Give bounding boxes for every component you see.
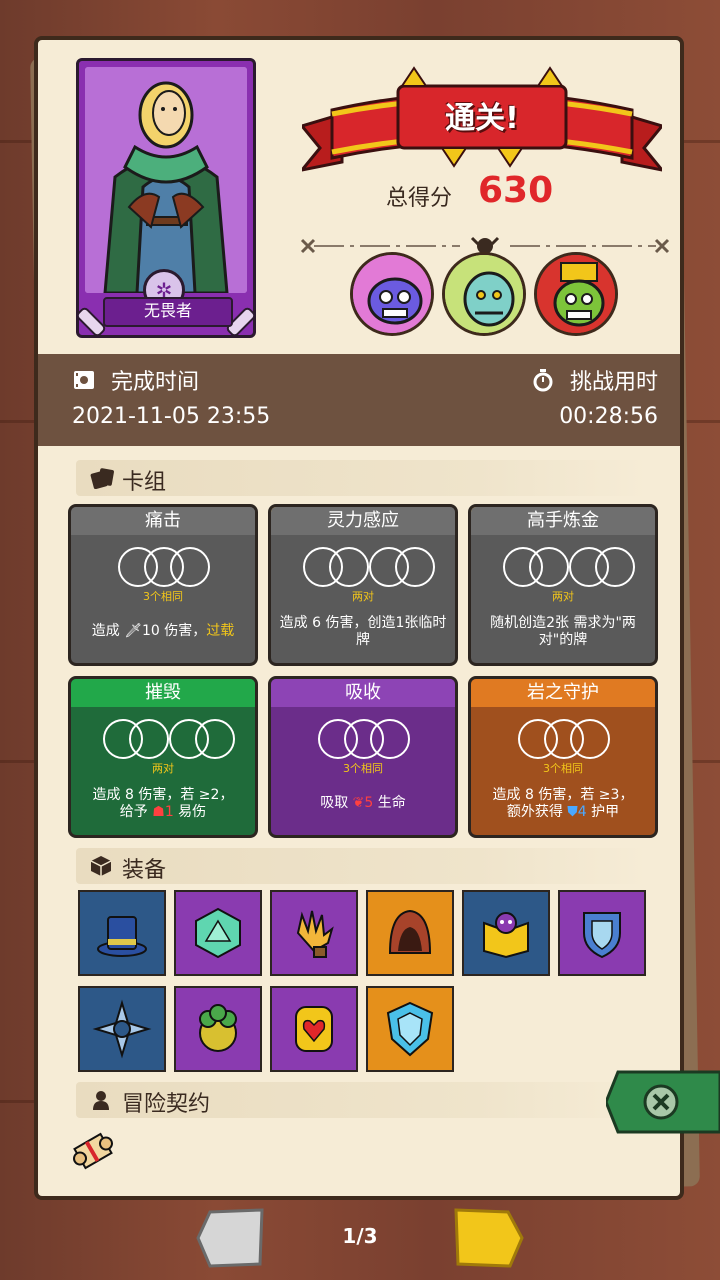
blue-shield-icon[interactable] — [558, 890, 646, 976]
star-emblem-icon[interactable] — [78, 986, 166, 1072]
deck-card-3[interactable]: 高手炼金 两对 随机创造2张 需求为"两对"的牌 — [468, 504, 658, 666]
duration-value: 00:28:56 — [559, 404, 658, 429]
film-icon — [72, 368, 96, 398]
ice-shield-icon[interactable] — [366, 986, 454, 1072]
hero-portrait — [85, 67, 247, 293]
next-page-button[interactable] — [452, 1208, 524, 1268]
victory-banner: 通关! — [298, 66, 666, 176]
card-requirement: 3个相同 — [143, 590, 183, 603]
equipment-title: 装备 — [122, 858, 167, 883]
dice-slots — [471, 719, 655, 759]
card-requirement: 两对 — [552, 590, 574, 603]
result-title: 通关! — [445, 101, 519, 136]
prev-page-button[interactable] — [196, 1208, 266, 1268]
card-requirement: 3个相同 — [343, 762, 383, 775]
pager: 1/3 — [0, 1200, 720, 1280]
glove-icon[interactable] — [270, 890, 358, 976]
boss-portrait-1 — [350, 252, 434, 336]
contract-icon — [90, 1089, 112, 1115]
card-description: 造成 6 伤害，创造1张临时牌 — [279, 615, 447, 648]
card-description: 吸取 ❦5 生命 — [320, 795, 406, 811]
skull-book-icon[interactable] — [462, 890, 550, 976]
deck-section-header: 卡组 — [76, 460, 650, 496]
dice-slots — [471, 547, 655, 587]
dice-slots — [271, 547, 455, 587]
card-name: 痛击 — [71, 507, 255, 535]
drain-icon: ❦ — [352, 795, 365, 811]
total-score-label: 总得分 — [386, 186, 453, 211]
stopwatch-icon — [531, 368, 555, 398]
armor-icon: ⛊ — [567, 804, 578, 820]
duration-label: 挑战用时 — [569, 370, 658, 395]
hero-name: 无畏者 — [103, 297, 233, 327]
deck-card-2[interactable]: 灵力感应 两对 造成 6 伤害，创造1张临时牌 — [268, 504, 458, 666]
deck-title: 卡组 — [122, 470, 167, 495]
card-name: 岩之守护 — [471, 679, 655, 707]
card-requirement: 两对 — [352, 590, 374, 603]
card-description: 造成 8 伤害，若 ≥2， 给予 ☗1 易伤 — [92, 787, 234, 820]
page-indicator: 1/3 — [342, 1224, 378, 1248]
equipment-section-header: 装备 — [76, 848, 650, 884]
contract-section-header: 冒险契约 — [76, 1082, 650, 1118]
boss-portrait-3 — [534, 252, 618, 336]
hero-card[interactable]: ✲ 无畏者 — [74, 58, 258, 339]
card-requirement: 3个相同 — [543, 762, 583, 775]
deck-card-1[interactable]: 痛击 3个相同 造成 🗡10 伤害，过载 — [68, 504, 258, 666]
duration-group: 挑战用时 — [531, 364, 658, 398]
card-description: 造成 🗡10 伤害，过载 — [91, 623, 235, 639]
card-requirement: 两对 — [152, 762, 174, 775]
heart-gem-icon[interactable] — [270, 986, 358, 1072]
hood-icon[interactable] — [366, 890, 454, 976]
boss-portrait-2 — [442, 252, 526, 336]
deck-card-4[interactable]: 摧毁 两对 造成 8 伤害，若 ≥2， 给予 ☗1 易伤 — [68, 676, 258, 838]
d20-dice-icon[interactable] — [174, 890, 262, 976]
cards-icon — [90, 467, 116, 493]
close-button[interactable] — [604, 1070, 720, 1134]
total-score-value: 630 — [478, 170, 554, 211]
card-name: 摧毁 — [71, 679, 255, 707]
vulnerable-icon: ☗ — [152, 804, 165, 820]
finish-time-group: 完成时间 — [72, 364, 199, 398]
card-name: 高手炼金 — [471, 507, 655, 535]
top-hat-icon[interactable] — [78, 890, 166, 976]
card-description: 随机创造2张 需求为"两对"的牌 — [490, 615, 636, 648]
result-page: ✲ 无畏者 通关! 总得分 630 完成时间 2021-11-05 23:55 … — [34, 36, 684, 1200]
deck-card-6[interactable]: 岩之守护 3个相同 造成 8 伤害，若 ≥3， 额外获得 ⛊4 护甲 — [468, 676, 658, 838]
bush-creature-icon[interactable] — [174, 986, 262, 1072]
card-description: 造成 8 伤害，若 ≥3， 额外获得 ⛊4 护甲 — [492, 787, 634, 820]
run-info-strip: 完成时间 2021-11-05 23:55 挑战用时 00:28:56 — [38, 354, 680, 446]
dice-slots — [271, 719, 455, 759]
finish-time-label: 完成时间 — [111, 370, 200, 395]
sword-icon: 🗡 — [124, 623, 142, 639]
deck-card-5[interactable]: 吸收 3个相同 吸取 ❦5 生命 — [268, 676, 458, 838]
cube-icon — [90, 855, 112, 881]
scroll-icon[interactable] — [68, 1126, 118, 1176]
finish-time-value: 2021-11-05 23:55 — [72, 404, 271, 429]
contract-title: 冒险契约 — [122, 1092, 211, 1117]
card-name: 吸收 — [271, 679, 455, 707]
card-name: 灵力感应 — [271, 507, 455, 535]
dice-slots — [71, 719, 255, 759]
dice-slots — [71, 547, 255, 587]
